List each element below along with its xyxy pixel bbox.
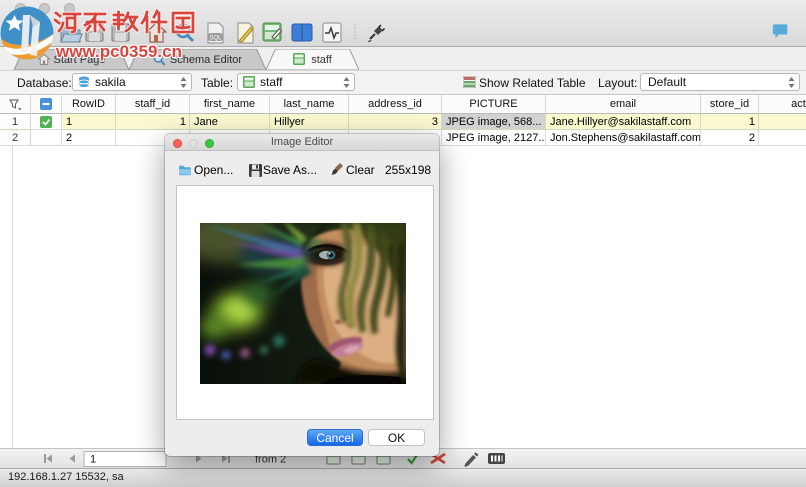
- svg-text:1: 1: [90, 454, 96, 466]
- svg-text:SQL: SQL: [209, 36, 222, 42]
